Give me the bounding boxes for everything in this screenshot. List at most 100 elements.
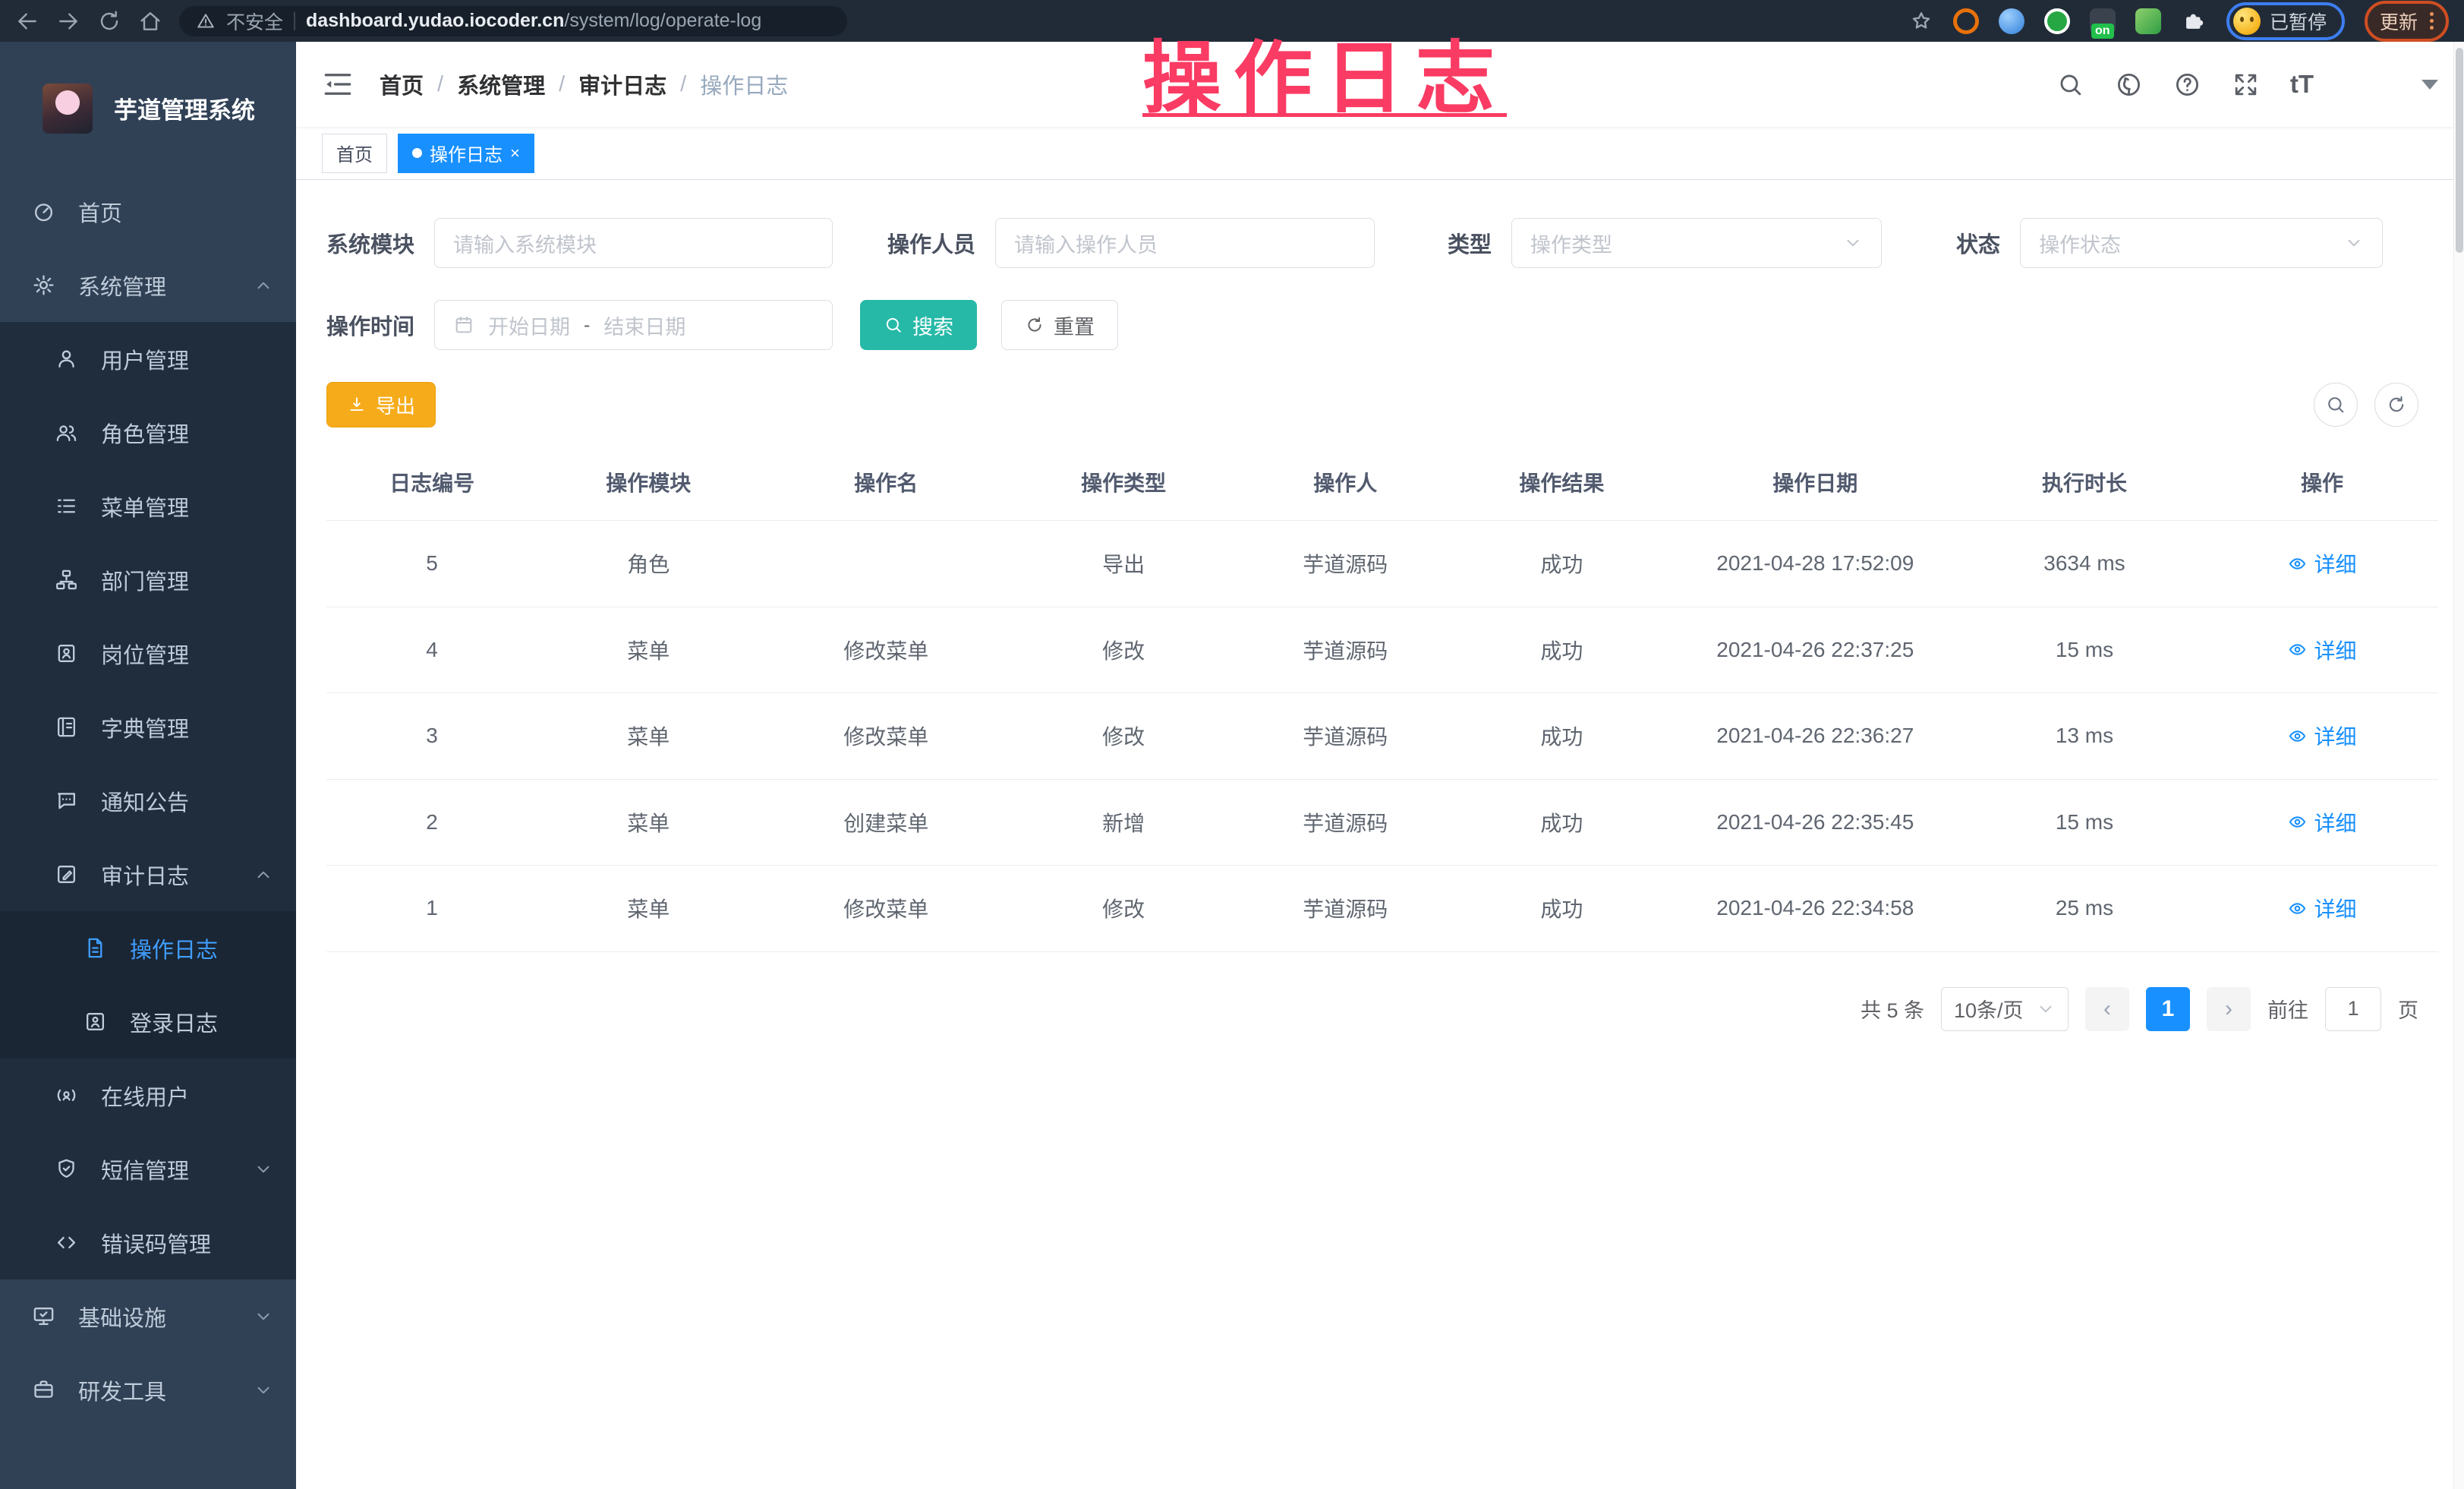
app-logo <box>43 84 93 134</box>
sidebar-item-user-management[interactable]: 用户管理 <box>0 322 296 396</box>
status-label: 状态 <box>1956 227 2000 259</box>
sidebar-item-dev-tools[interactable]: 研发工具 <box>0 1353 296 1427</box>
page-size-select[interactable]: 10条/页 <box>1941 987 2069 1031</box>
url-domain: dashboard.yudao.iocoder.cn <box>306 10 564 31</box>
cell-module: 菜单 <box>537 866 759 951</box>
avatar-caret-down-icon[interactable] <box>2421 80 2438 90</box>
detail-link[interactable]: 详细 <box>2287 893 2356 923</box>
detail-label: 详细 <box>2314 807 2356 838</box>
prev-page-button[interactable]: ‹ <box>2085 987 2129 1031</box>
reset-button[interactable]: 重置 <box>1001 300 1118 350</box>
sidebar-item-post-management[interactable]: 岗位管理 <box>0 617 296 690</box>
page-1-button[interactable]: 1 <box>2146 987 2190 1031</box>
status-select[interactable]: 操作状态 <box>2020 218 2383 268</box>
sidebar-item-home[interactable]: 首页 <box>0 175 296 248</box>
breadcrumb-system[interactable]: 系统管理 <box>457 68 545 100</box>
cell-operator: 芋道源码 <box>1234 607 1456 693</box>
sidebar-item-label: 错误码管理 <box>101 1227 211 1259</box>
cell-operator: 芋道源码 <box>1234 521 1456 607</box>
next-page-button[interactable]: › <box>2207 987 2251 1031</box>
sidebar-item-notice[interactable]: 通知公告 <box>0 764 296 838</box>
eye-icon <box>2287 639 2308 660</box>
profile-sync-paused-chip[interactable]: 已暂停 <box>2226 2 2345 40</box>
show-search-toggle-button[interactable] <box>2314 383 2358 427</box>
browser-reload-icon[interactable] <box>97 9 121 33</box>
search-button[interactable]: 搜索 <box>860 300 977 350</box>
table-row: 5 角色 导出 芋道源码 成功 2021-04-28 17:52:09 3634… <box>326 521 2438 607</box>
extensions-puzzle-icon[interactable] <box>2181 8 2207 34</box>
status-placeholder: 操作状态 <box>2039 229 2121 258</box>
tag-operate-log[interactable]: 操作日志 × <box>398 134 534 173</box>
cell-result: 成功 <box>1456 779 1667 866</box>
page-scrollbar[interactable] <box>2453 42 2464 1489</box>
search-icon[interactable] <box>2056 71 2084 99</box>
breadcrumb-separator: / <box>559 72 565 97</box>
sidebar-item-label: 部门管理 <box>101 564 189 596</box>
github-icon[interactable] <box>2115 71 2143 99</box>
user-avatar[interactable] <box>2344 63 2391 106</box>
sidebar-item-role-management[interactable]: 角色管理 <box>0 396 296 469</box>
extension-icon-orange[interactable] <box>1953 8 1979 34</box>
font-size-icon[interactable]: tT <box>2290 70 2314 99</box>
cell-type: 修改 <box>1013 693 1234 780</box>
sidebar-item-audit-log[interactable]: 审计日志 <box>0 838 296 911</box>
sidebar-fold-icon[interactable] <box>322 68 354 100</box>
sidebar-item-online-users[interactable]: 在线用户 <box>0 1058 296 1132</box>
profile-emoji-avatar <box>2233 8 2261 35</box>
export-button[interactable]: 导出 <box>326 382 436 427</box>
detail-link[interactable]: 详细 <box>2287 721 2356 751</box>
tag-home[interactable]: 首页 <box>322 134 387 173</box>
detail-label: 详细 <box>2314 548 2356 579</box>
sidebar-item-menu-management[interactable]: 菜单管理 <box>0 469 296 543</box>
sidebar-item-login-log[interactable]: 登录日志 <box>0 985 296 1058</box>
goto-page-input[interactable] <box>2325 987 2381 1031</box>
operator-label: 操作人员 <box>887 227 975 259</box>
tag-close-icon[interactable]: × <box>510 145 520 162</box>
extension-icon-green[interactable] <box>2044 8 2070 34</box>
extension-icon-leaf[interactable] <box>2135 8 2161 34</box>
bookmark-star-icon[interactable] <box>1909 9 1933 33</box>
sidebar-logo-row[interactable]: 芋道管理系统 <box>0 42 296 175</box>
browser-menu-icon[interactable] <box>2430 12 2434 30</box>
type-placeholder: 操作类型 <box>1530 229 1612 258</box>
help-icon[interactable] <box>2173 71 2201 99</box>
breadcrumb-audit-log[interactable]: 审计日志 <box>578 68 666 100</box>
browser-home-icon[interactable] <box>138 9 162 33</box>
detail-link[interactable]: 详细 <box>2287 807 2356 838</box>
breadcrumb-home[interactable]: 首页 <box>380 68 424 100</box>
extension-icon-switch[interactable]: on <box>2090 8 2116 34</box>
cell-result: 成功 <box>1456 521 1667 607</box>
sidebar-item-sms-management[interactable]: 短信管理 <box>0 1132 296 1206</box>
scrollbar-thumb[interactable] <box>2456 48 2463 253</box>
sidebar-item-infrastructure[interactable]: 基础设施 <box>0 1279 296 1353</box>
url-path: /system/log/operate-log <box>564 10 761 31</box>
browser-back-icon[interactable] <box>15 9 39 33</box>
type-select[interactable]: 操作类型 <box>1511 218 1882 268</box>
operator-input[interactable]: 请输入操作人员 <box>995 218 1375 268</box>
eye-icon <box>2287 812 2308 832</box>
chevron-down-icon <box>254 1159 273 1179</box>
module-input[interactable]: 请输入系统模块 <box>434 218 833 268</box>
address-bar[interactable]: 不安全 dashboard.yudao.iocoder.cn/system/lo… <box>179 6 847 36</box>
extension-icon-blue[interactable] <box>1999 8 2024 34</box>
sidebar-item-system-management[interactable]: 系统管理 <box>0 248 296 322</box>
warning-icon <box>196 11 216 31</box>
detail-link[interactable]: 详细 <box>2287 635 2356 665</box>
detail-link[interactable]: 详细 <box>2287 548 2356 579</box>
users-icon <box>55 421 78 444</box>
sidebar-item-error-code[interactable]: 错误码管理 <box>0 1206 296 1279</box>
sidebar-item-label: 短信管理 <box>101 1153 189 1185</box>
login-log-icon <box>83 1010 107 1033</box>
sidebar-item-operate-log[interactable]: 操作日志 <box>0 911 296 985</box>
chrome-update-chip[interactable]: 更新 <box>2365 1 2449 42</box>
table-row: 3 菜单 修改菜单 修改 芋道源码 成功 2021-04-26 22:36:27… <box>326 693 2438 780</box>
browser-actions: on 已暂停 更新 <box>1909 1 2449 42</box>
sidebar-item-dept-management[interactable]: 部门管理 <box>0 543 296 617</box>
sidebar-item-dict-management[interactable]: 字典管理 <box>0 690 296 764</box>
browser-forward-icon[interactable] <box>56 9 80 33</box>
refresh-table-button[interactable] <box>2374 383 2418 427</box>
fullscreen-icon[interactable] <box>2232 71 2260 99</box>
sidebar-item-label: 通知公告 <box>101 785 189 817</box>
module-label: 系统模块 <box>326 227 414 259</box>
date-range-picker[interactable]: 开始日期 - 结束日期 <box>434 300 833 350</box>
